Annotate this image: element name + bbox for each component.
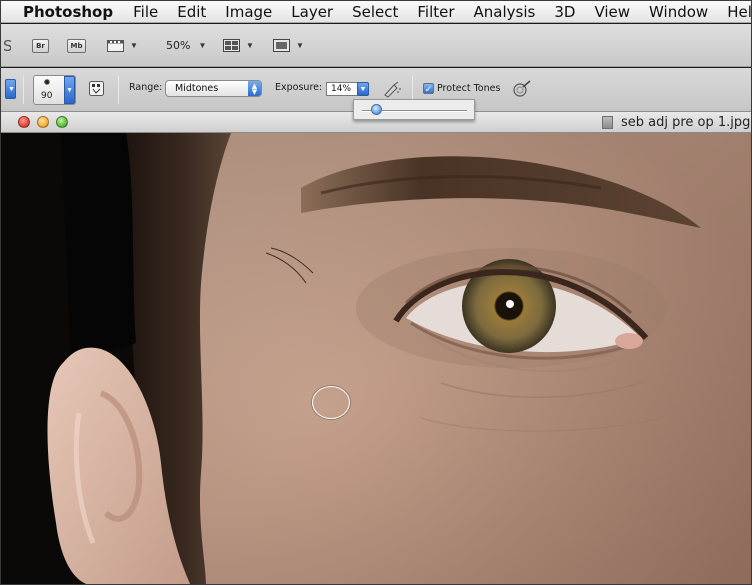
- soft-brush-tip-icon: [44, 79, 50, 85]
- airbrush-toggle[interactable]: [382, 80, 402, 98]
- menu-help[interactable]: Help: [727, 1, 751, 23]
- menu-select[interactable]: Select: [352, 1, 398, 23]
- chevron-down-icon: ▼: [296, 41, 304, 50]
- exposure-slider-knob[interactable]: [371, 104, 383, 115]
- application-bar-left-edge: S: [3, 24, 11, 67]
- zoom-level-value: 50%: [166, 39, 191, 52]
- dollar-glyph-icon: S: [3, 37, 11, 55]
- chevron-down-icon: ▼: [359, 85, 367, 93]
- close-button[interactable]: [18, 116, 30, 128]
- menu-analysis[interactable]: Analysis: [474, 1, 536, 23]
- svg-text:S: S: [3, 37, 11, 55]
- zoom-level-dropdown[interactable]: 50% ▼: [166, 24, 206, 67]
- view-extras-button[interactable]: ▼: [107, 24, 138, 67]
- photo-face-closeup: [1, 133, 751, 584]
- screen-mode-button[interactable]: ▼: [273, 24, 304, 67]
- menu-window[interactable]: Window: [649, 1, 708, 23]
- mini-bridge-button[interactable]: Mb: [67, 38, 86, 53]
- zoom-button[interactable]: [56, 116, 68, 128]
- arrange-documents-button[interactable]: ▼: [223, 24, 254, 67]
- exposure-input[interactable]: 14%: [326, 82, 358, 96]
- airbrush-icon: [384, 81, 401, 98]
- screen-mode-icon: [273, 38, 290, 52]
- dodge-brush-cursor: [312, 386, 350, 419]
- brush-picker-arrow[interactable]: ▼: [64, 76, 75, 104]
- bridge-button[interactable]: Br: [32, 38, 49, 53]
- exposure-label: Exposure:: [275, 82, 323, 93]
- brush-panel-toggle[interactable]: [89, 81, 105, 97]
- menu-file[interactable]: File: [133, 1, 158, 23]
- document-canvas[interactable]: [1, 133, 751, 584]
- menu-layer[interactable]: Layer: [291, 1, 333, 23]
- document-title: seb adj pre op 1.jpg: [621, 115, 751, 130]
- brush-preset-picker[interactable]: 90 ▼: [33, 75, 76, 105]
- arrange-grid-icon: [223, 38, 240, 52]
- range-label: Range:: [129, 82, 163, 93]
- chevron-down-icon: ▼: [198, 41, 207, 50]
- chevron-down-icon: ▼: [66, 86, 73, 94]
- brush-size-value: 90: [41, 91, 53, 101]
- tablet-pressure-icon: [513, 80, 531, 97]
- chevron-down-icon: ▼: [8, 85, 15, 93]
- film-strip-icon: [107, 39, 124, 52]
- updown-arrows-icon: ▲ ▼: [248, 81, 261, 96]
- exposure-slider-popup: [353, 99, 475, 120]
- tablet-pressure-size-toggle[interactable]: [512, 80, 532, 98]
- minimize-button[interactable]: [37, 116, 49, 128]
- menu-filter[interactable]: Filter: [417, 1, 454, 23]
- chevron-down-icon: ▼: [246, 41, 254, 50]
- photoshop-window: Photoshop File Edit Image Layer Select F…: [0, 0, 752, 585]
- exposure-slider-toggle[interactable]: ▼: [357, 82, 369, 96]
- range-select-value: Midtones: [175, 83, 219, 94]
- menu-app-photoshop[interactable]: Photoshop: [23, 1, 113, 23]
- range-select[interactable]: Midtones ▲ ▼: [165, 80, 262, 97]
- checkmark-icon: ✓: [423, 83, 434, 94]
- brush-panel-icon: [89, 81, 104, 96]
- menu-bar: Photoshop File Edit Image Layer Select F…: [1, 1, 751, 23]
- application-bar: S Br Mb ▼ 50% ▼ ▼: [1, 24, 751, 67]
- chevron-down-icon: ▼: [130, 41, 138, 50]
- document-proxy-icon[interactable]: [602, 116, 613, 129]
- menu-3d[interactable]: 3D: [554, 1, 575, 23]
- divider: [118, 76, 119, 104]
- tool-preset-picker[interactable]: ▼: [5, 79, 16, 99]
- divider: [23, 76, 24, 104]
- protect-tones-checkbox[interactable]: ✓ Protect Tones: [423, 83, 500, 94]
- protect-tones-label: Protect Tones: [437, 83, 501, 94]
- menu-image[interactable]: Image: [225, 1, 272, 23]
- menu-view[interactable]: View: [594, 1, 630, 23]
- menu-edit[interactable]: Edit: [177, 1, 206, 23]
